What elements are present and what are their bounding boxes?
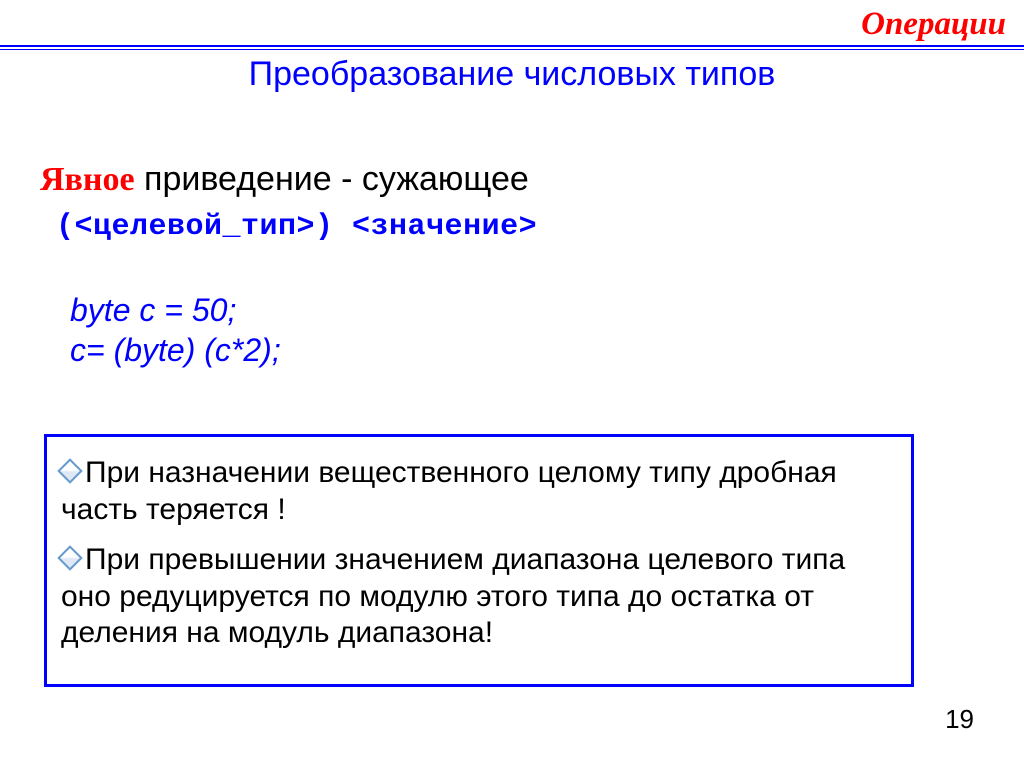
cast-syntax: (<целевой_тип>) <значение> [56, 210, 537, 244]
slide-title: Преобразование числовых типов [0, 55, 1024, 94]
note-1: При назначении вещественного целому типу… [61, 455, 893, 528]
explicit-cast-line: Явное приведение - сужающее [40, 160, 529, 199]
diamond-bullet-icon [57, 458, 82, 483]
note-1-text: При назначении вещественного целому типу… [61, 456, 837, 526]
explicit-rest: приведение - сужающее [135, 160, 529, 198]
page-number: 19 [945, 704, 974, 735]
notes-box: При назначении вещественного целому типу… [44, 434, 914, 687]
header-divider [0, 45, 1024, 50]
explicit-keyword: Явное [40, 161, 135, 198]
code-line-1: byte c = 50; [70, 290, 281, 330]
diamond-bullet-icon [57, 545, 82, 570]
code-example: byte c = 50; c= (byte) (c*2); [70, 290, 281, 370]
code-line-2: c= (byte) (c*2); [70, 330, 281, 370]
note-2-text: При превышении значением диапазона целев… [61, 543, 845, 649]
note-2: При превышении значением диапазона целев… [61, 542, 893, 652]
slide-section-title: Операции [861, 6, 1006, 43]
